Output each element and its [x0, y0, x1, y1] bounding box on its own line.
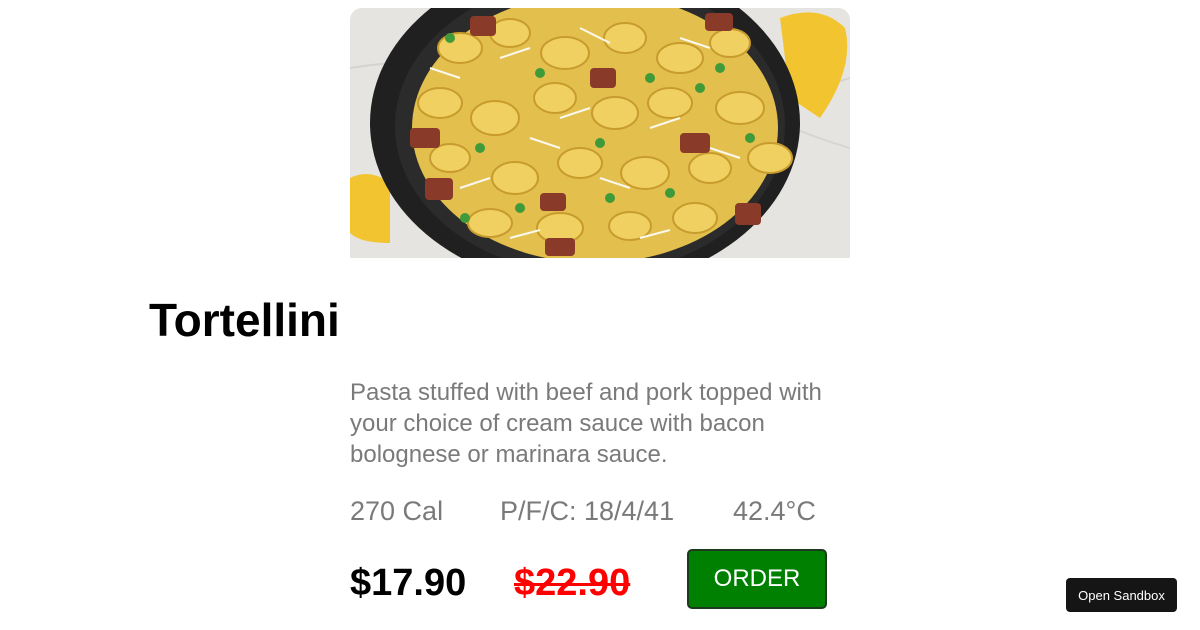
dish-title: Tortellini [149, 294, 340, 346]
dish-image [350, 8, 850, 258]
temperature-value: 42.4°C [733, 496, 816, 526]
current-price: $17.90 [350, 562, 467, 604]
open-sandbox-button[interactable]: Open Sandbox [1066, 578, 1177, 612]
tortellini-photo [350, 8, 850, 258]
order-button[interactable]: ORDER [687, 549, 827, 609]
dish-description: Pasta stuffed with beef and pork topped … [350, 379, 822, 468]
macros-value: P/F/C: 18/4/41 [500, 496, 675, 526]
calories-value: 270 Cal [350, 496, 444, 526]
old-price: $22.90 [514, 562, 631, 604]
product-page: Tortellini Pasta stuffed with beef and p… [0, 0, 1200, 630]
